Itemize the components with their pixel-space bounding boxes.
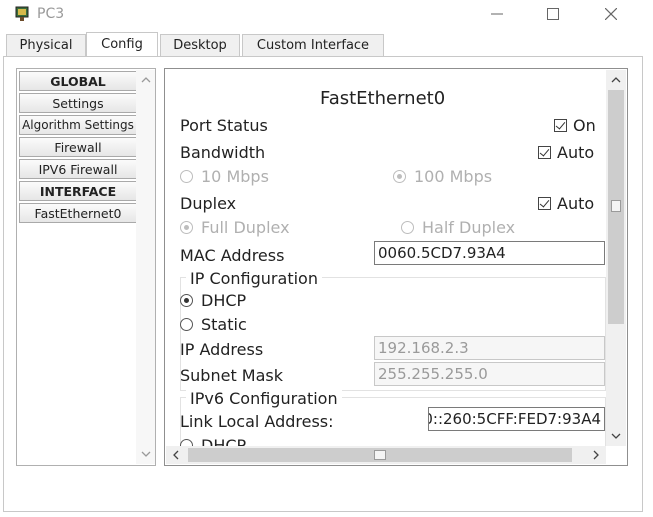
radio-unselected-icon xyxy=(180,170,193,183)
chevron-down-icon[interactable] xyxy=(136,446,155,462)
grip-icon xyxy=(611,200,621,212)
ip-address-label: IP Address xyxy=(180,340,264,359)
ip-configuration-title: IP Configuration xyxy=(186,269,322,288)
port-status-on-label: On xyxy=(573,116,596,135)
bandwidth-label: Bandwidth xyxy=(180,143,266,162)
port-status-label: Port Status xyxy=(180,116,268,135)
half-duplex-radio[interactable]: Half Duplex xyxy=(401,218,515,237)
chevron-up-icon[interactable] xyxy=(606,72,625,88)
maximize-button[interactable] xyxy=(530,0,576,28)
ipv6-configuration-title: IPv6 Configuration xyxy=(186,389,342,408)
checkbox-checked-icon xyxy=(538,146,551,159)
bandwidth-10mbps-label: 10 Mbps xyxy=(201,167,269,186)
link-local-address-input[interactable]: FE80::260:5CFF:FED7:93A4 xyxy=(428,407,605,431)
nav-header-global: GLOBAL xyxy=(19,71,137,91)
radio-unselected-icon xyxy=(180,318,193,331)
radio-unselected-icon xyxy=(401,221,414,234)
radio-selected-icon xyxy=(180,221,193,234)
static-label: Static xyxy=(201,315,247,334)
mac-address-label: MAC Address xyxy=(180,246,285,265)
close-icon xyxy=(605,8,617,20)
dhcp-label: DHCP xyxy=(201,291,247,310)
close-button[interactable] xyxy=(588,0,634,28)
mac-address-input[interactable]: 0060.5CD7.93A4 xyxy=(374,241,605,265)
checkbox-checked-icon xyxy=(554,119,567,132)
subnet-mask-input[interactable]: 255.255.255.0 xyxy=(374,362,605,386)
ipv6-dhcp-radio[interactable]: DHCP xyxy=(180,436,246,446)
ip-address-input[interactable]: 192.168.2.3 xyxy=(374,336,605,360)
tab-custom-interface[interactable]: Custom Interface xyxy=(242,34,384,56)
panel-title: FastEthernet0 xyxy=(320,88,446,109)
link-local-address-label: Link Local Address: xyxy=(180,412,334,431)
nav-item-firewall[interactable]: Firewall xyxy=(19,137,137,157)
minimize-icon xyxy=(491,13,503,15)
bandwidth-auto-label: Auto xyxy=(557,143,595,162)
nav-item-ipv6-firewall[interactable]: IPV6 Firewall xyxy=(19,159,137,179)
nav-item-settings[interactable]: Settings xyxy=(19,93,137,113)
subnet-mask-label: Subnet Mask xyxy=(180,366,284,385)
nav-item-fastethernet0[interactable]: FastEthernet0 xyxy=(19,203,137,223)
grip-icon xyxy=(374,450,386,460)
chevron-right-icon[interactable] xyxy=(586,447,605,463)
half-duplex-label: Half Duplex xyxy=(422,218,516,237)
bandwidth-100mbps-label: 100 Mbps xyxy=(414,167,493,186)
duplex-auto-checkbox[interactable]: Auto xyxy=(538,194,594,213)
radio-selected-icon xyxy=(180,294,193,307)
window-title: PC3 xyxy=(37,6,65,22)
left-nav-scrollbar[interactable] xyxy=(136,70,155,464)
panel-vertical-scroll-thumb[interactable] xyxy=(608,90,624,324)
tab-desktop[interactable]: Desktop xyxy=(160,34,240,56)
radio-unselected-icon xyxy=(180,439,193,446)
bandwidth-auto-checkbox[interactable]: Auto xyxy=(538,143,594,162)
full-duplex-label: Full Duplex xyxy=(201,218,290,237)
port-status-checkbox[interactable]: On xyxy=(554,116,596,135)
chevron-down-icon[interactable] xyxy=(606,428,625,444)
bandwidth-10mbps-radio[interactable]: 10 Mbps xyxy=(180,167,269,186)
dhcp-radio[interactable]: DHCP xyxy=(180,291,246,310)
nav-header-interface: INTERFACE xyxy=(19,181,137,201)
config-left-nav: GLOBAL Settings Algorithm Settings Firew… xyxy=(16,68,156,466)
tab-physical[interactable]: Physical xyxy=(6,34,86,56)
radio-selected-icon xyxy=(393,170,406,183)
chevron-up-icon[interactable] xyxy=(136,72,155,88)
pc-app-icon xyxy=(15,6,29,21)
static-radio[interactable]: Static xyxy=(180,315,247,334)
duplex-label: Duplex xyxy=(180,194,237,213)
duplex-auto-label: Auto xyxy=(557,194,595,213)
ipv6-dhcp-label: DHCP xyxy=(201,436,247,446)
checkbox-checked-icon xyxy=(538,197,551,210)
panel-horizontal-scroll-thumb[interactable] xyxy=(188,448,572,462)
nav-item-algorithm-settings[interactable]: Algorithm Settings xyxy=(19,115,137,135)
ipv6-dhcp-radio-clip: DHCP xyxy=(166,436,606,446)
maximize-icon xyxy=(547,8,559,20)
full-duplex-radio[interactable]: Full Duplex xyxy=(180,218,290,237)
tab-config[interactable]: Config xyxy=(86,32,158,56)
chevron-left-icon[interactable] xyxy=(166,447,185,463)
bandwidth-100mbps-radio[interactable]: 100 Mbps xyxy=(393,167,492,186)
minimize-button[interactable] xyxy=(474,0,520,28)
